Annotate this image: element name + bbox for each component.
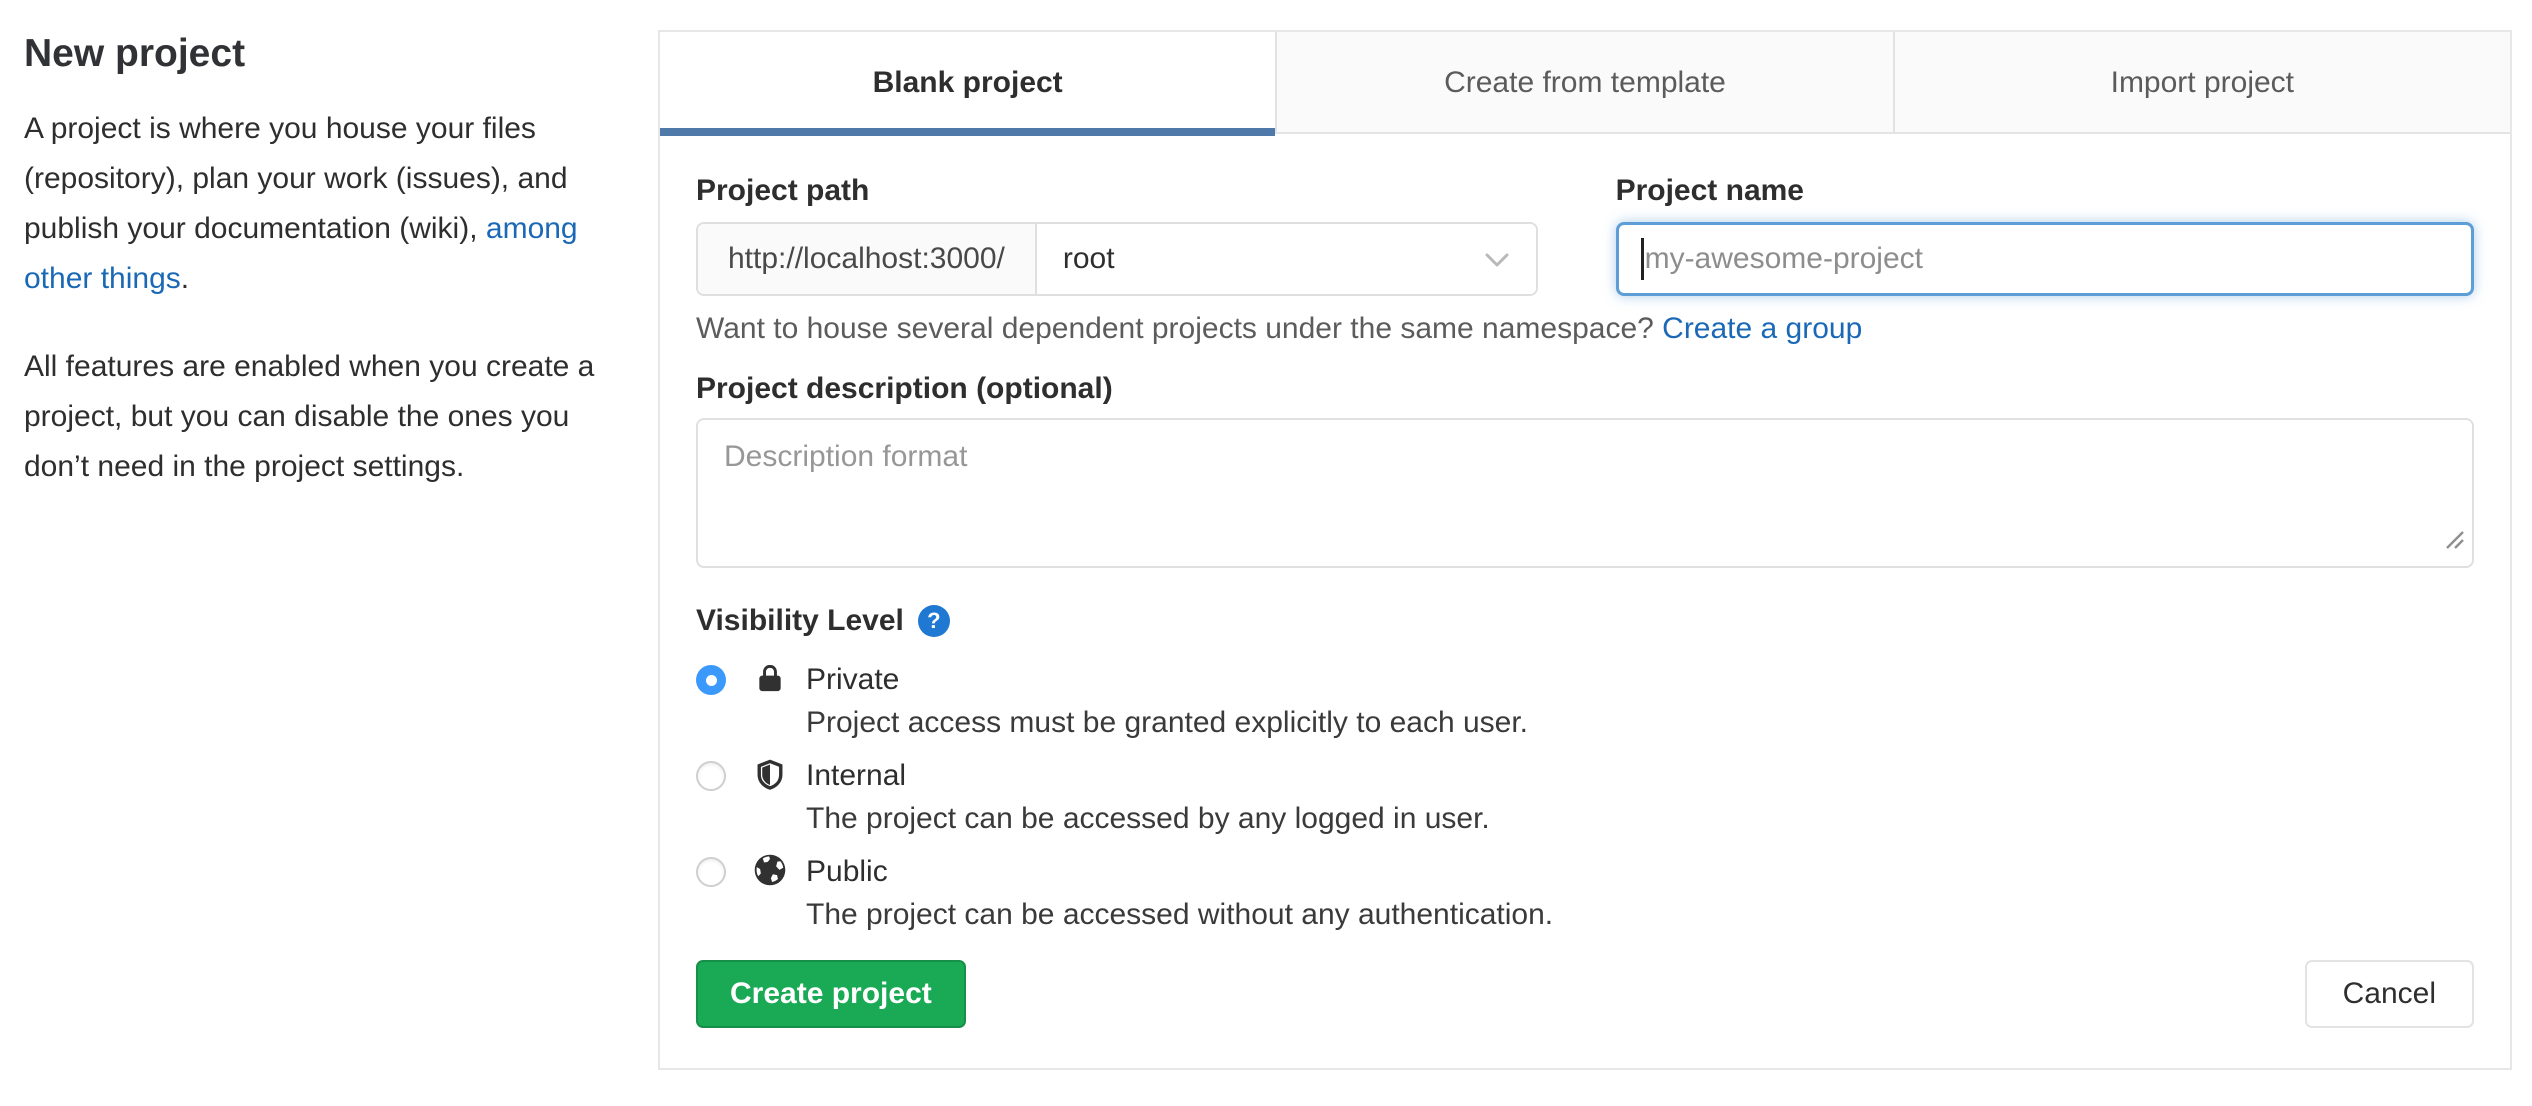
globe-icon (750, 852, 790, 888)
visibility-option-label: Private (806, 663, 900, 696)
project-name-label: Project name (1615, 174, 1804, 207)
namespace-select[interactable]: root (1036, 224, 1536, 294)
tab-label: Import project (2110, 66, 2295, 99)
visibility-level-row: Visibility Level ? (696, 604, 2474, 638)
shield-half-icon (750, 756, 790, 794)
project-type-tabs: Blank project Create from template Impor… (660, 32, 2510, 136)
hint-text: Want to house several dependent projects… (696, 312, 1663, 345)
project-name-field: Project name my-awesome-project (1615, 174, 2474, 296)
namespace-selected-value: root (1062, 242, 1115, 275)
namespace-hint: Want to house several dependent projects… (696, 312, 2474, 346)
tab-create-from-template[interactable]: Create from template (1275, 32, 1893, 134)
visibility-option-label: Public (806, 855, 888, 888)
features-note: All features are enabled when you create… (24, 350, 595, 483)
project-name-placeholder: my-awesome-project (1644, 242, 1923, 275)
visibility-option-description: Project access must be granted explicitl… (806, 706, 1529, 739)
cancel-button[interactable]: Cancel (2304, 960, 2474, 1028)
radio-button-internal[interactable] (696, 761, 726, 791)
visibility-option-label: Internal (806, 759, 907, 792)
project-description-wrap (696, 418, 2474, 568)
tab-label: Blank project (872, 66, 1063, 99)
tab-label: Create from template (1444, 66, 1726, 99)
form-actions: Create project Cancel (696, 960, 2474, 1028)
lock-icon (750, 660, 790, 696)
create-project-button[interactable]: Create project (696, 960, 966, 1028)
tab-blank-project[interactable]: Blank project (660, 32, 1276, 136)
intro-text-after: . (180, 262, 190, 295)
radio-button-private[interactable] (696, 665, 726, 695)
project-path-url-prefix: http://localhost:3000/ (698, 224, 1037, 294)
question-mark-help-icon[interactable]: ? (917, 605, 950, 637)
create-a-group-link[interactable]: Create a group (1662, 312, 1862, 345)
visibility-options: Private Project access must be granted e… (696, 658, 2474, 936)
chevron-down-icon (1484, 242, 1510, 276)
project-path-field: Project path http://localhost:3000/ root (696, 174, 1538, 296)
visibility-option-public[interactable]: Public The project can be accessed witho… (696, 850, 2474, 936)
visibility-option-description: The project can be accessed by any logge… (806, 802, 1490, 835)
blank-project-form: Project path http://localhost:3000/ root… (660, 174, 2510, 1028)
project-description-label: Project description (optional) (696, 372, 1113, 405)
visibility-option-description: The project can be accessed without any … (806, 898, 1554, 931)
tab-import-project[interactable]: Import project (1892, 32, 2510, 134)
visibility-level-label: Visibility Level (696, 604, 904, 637)
new-project-sidebar: New project A project is where you house… (24, 32, 608, 530)
visibility-option-internal[interactable]: Internal The project can be accessed by … (696, 754, 2474, 840)
project-intro-text: A project is where you house your files … (24, 104, 608, 304)
radio-button-public[interactable] (696, 857, 726, 887)
project-description-textarea[interactable] (696, 418, 2474, 568)
new-project-panel: Blank project Create from template Impor… (658, 30, 2512, 1070)
project-name-input[interactable]: my-awesome-project (1615, 222, 2474, 296)
visibility-option-private[interactable]: Private Project access must be granted e… (696, 658, 2474, 744)
page-title: New project (24, 32, 246, 75)
text-cursor (1640, 238, 1644, 280)
project-path-input-group: http://localhost:3000/ root (696, 222, 1538, 296)
project-path-label: Project path (696, 174, 870, 207)
